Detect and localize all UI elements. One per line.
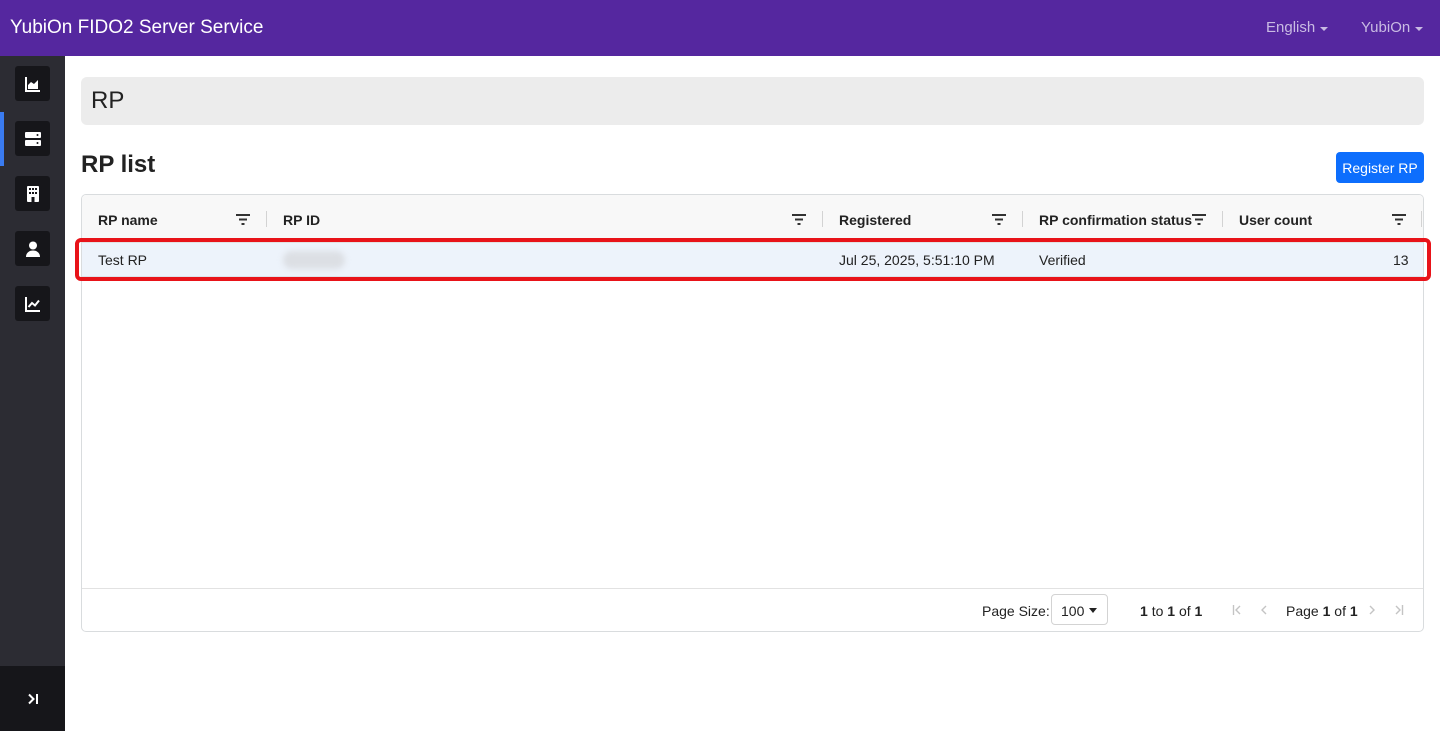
pagination-bar: Page Size: 100 1 to 1 of 1 Page 1 of 1	[82, 588, 1423, 631]
row-range-summary: 1 to 1 of 1	[1140, 603, 1203, 619]
filter-icon[interactable]	[1192, 214, 1206, 225]
server-icon	[24, 131, 41, 146]
first-page-button[interactable]	[1230, 602, 1244, 618]
language-label: English	[1266, 19, 1316, 36]
next-page-button[interactable]	[1365, 602, 1379, 618]
section-title: RP list	[81, 151, 156, 178]
chevron-down-icon	[1320, 26, 1329, 31]
previous-page-button[interactable]	[1257, 602, 1271, 618]
table-header: RP name RP ID Registered RP confirmation…	[82, 195, 1423, 243]
column-header-status[interactable]: RP confirmation status	[1023, 195, 1223, 243]
column-separator[interactable]	[1421, 211, 1422, 227]
filter-icon[interactable]	[236, 214, 250, 225]
expand-sidebar-icon	[27, 693, 38, 704]
sidebar-item-users[interactable]	[15, 231, 50, 266]
chevron-left-icon	[1261, 605, 1267, 615]
last-page-button[interactable]	[1392, 602, 1406, 618]
chevron-right-icon	[1369, 605, 1375, 615]
column-label: User count	[1239, 212, 1313, 228]
column-header-registered[interactable]: Registered	[823, 195, 1023, 243]
register-rp-button[interactable]: Register RP	[1336, 152, 1424, 183]
page-header: RP	[81, 77, 1424, 125]
app-title[interactable]: YubiOn FIDO2 Server Service	[10, 17, 263, 39]
line-chart-icon	[24, 296, 40, 312]
column-header-user-count[interactable]: User count	[1223, 195, 1423, 243]
last-page-icon	[1395, 605, 1404, 615]
first-page-icon	[1232, 605, 1241, 615]
sidebar	[0, 56, 65, 731]
column-label: RP name	[98, 212, 158, 228]
sidebar-item-rp[interactable]	[15, 121, 50, 156]
highlight-annotation	[75, 238, 1431, 281]
page-title: RP	[91, 87, 125, 114]
sidebar-item-reports[interactable]	[15, 286, 50, 321]
account-dropdown[interactable]: YubiOn	[1361, 19, 1424, 36]
column-label: Registered	[839, 212, 912, 228]
filter-icon[interactable]	[1392, 214, 1406, 225]
page-indicator: Page 1 of 1	[1286, 603, 1358, 619]
area-chart-icon	[24, 76, 40, 92]
chevron-down-icon	[1415, 26, 1424, 31]
user-icon	[25, 241, 40, 257]
column-label: RP ID	[283, 212, 321, 228]
column-header-rp-id[interactable]: RP ID	[267, 195, 823, 243]
caret-down-icon	[1089, 608, 1097, 613]
page-size-value: 100	[1061, 603, 1085, 619]
language-dropdown[interactable]: English	[1266, 19, 1329, 36]
expand-sidebar-button[interactable]	[0, 666, 65, 731]
filter-icon[interactable]	[992, 214, 1006, 225]
building-icon	[26, 185, 39, 202]
sidebar-item-organization[interactable]	[15, 176, 50, 211]
column-header-rp-name[interactable]: RP name	[82, 195, 267, 243]
sidebar-item-dashboard[interactable]	[15, 66, 50, 101]
account-label: YubiOn	[1361, 19, 1411, 36]
page-size-select[interactable]: 100	[1051, 594, 1108, 625]
page-size-label: Page Size:	[982, 603, 1050, 619]
top-navbar: YubiOn FIDO2 Server Service English Yubi…	[0, 0, 1440, 56]
filter-icon[interactable]	[792, 214, 806, 225]
column-label: RP confirmation status	[1039, 212, 1192, 228]
active-indicator	[0, 112, 4, 166]
